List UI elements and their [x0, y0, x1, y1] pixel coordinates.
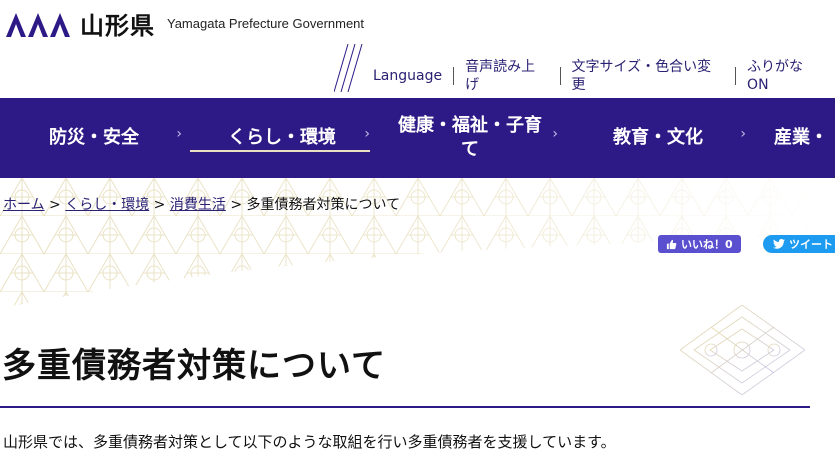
utility-nav: Language 音声読み上げ 文字サイズ・色合い変更 ふりがなON [362, 58, 835, 94]
twitter-bird-icon [773, 239, 785, 249]
breadcrumb-consumer-link[interactable]: 消費生活 [170, 197, 226, 213]
site-header: 山形県 Yamagata Prefecture Government Langu… [0, 0, 835, 98]
nav-item-education-culture[interactable]: 教育・文化 › [564, 98, 752, 178]
breadcrumb-living-link[interactable]: くらし・環境 [65, 197, 149, 213]
nav-item-industry[interactable]: 産業・ [752, 98, 835, 178]
furigana-toggle-link[interactable]: ふりがなON [736, 58, 835, 94]
nav-item-disaster-safety[interactable]: 防災・安全 › [0, 98, 188, 178]
facebook-like-button[interactable]: いいね！0 [658, 235, 741, 253]
nav-item-label: くらし・環境 [228, 127, 336, 148]
yamagata-logo-icon [6, 12, 70, 37]
nav-item-label: 防災・安全 [49, 127, 139, 148]
like-count-label: いいね！0 [681, 238, 733, 251]
nav-item-label: 健康・福祉・子育て [398, 115, 542, 160]
chevron-right-icon: › [552, 126, 558, 142]
text-to-speech-link[interactable]: 音声読み上げ [454, 58, 559, 94]
intro-paragraph: 山形県では、多重債務者対策として以下のような取組を行い多重債務者を支援しています… [3, 433, 616, 451]
breadcrumb-current: 多重債務者対策について [246, 197, 401, 213]
breadcrumb-separator: > [225, 197, 247, 213]
breadcrumb-separator: > [44, 197, 66, 213]
breadcrumb-separator: > [149, 197, 170, 213]
nav-item-label: 産業・ [774, 127, 828, 148]
breadcrumb-home-link[interactable]: ホーム [3, 197, 45, 213]
page-title: 多重債務者対策について [2, 346, 386, 386]
text-size-color-link[interactable]: 文字サイズ・色合い変更 [561, 58, 736, 94]
nav-item-living-environment[interactable]: くらし・環境 › [188, 98, 376, 178]
title-divider [0, 406, 810, 408]
chevron-right-icon: › [364, 126, 370, 142]
logo-name: 山形県 [80, 11, 155, 40]
main-nav: 防災・安全 › くらし・環境 › 健康・福祉・子育て › 教育・文化 › 産業・ [0, 98, 835, 178]
breadcrumb: ホーム > くらし・環境 > 消費生活 > 多重債務者対策について [3, 194, 400, 214]
nav-item-health-welfare[interactable]: 健康・福祉・子育て › [376, 98, 564, 178]
decorative-corner-pattern [680, 305, 805, 395]
chevron-right-icon: › [176, 126, 182, 142]
thumbs-up-icon [666, 239, 677, 249]
language-link[interactable]: Language [362, 67, 453, 85]
tweet-button[interactable]: ツイート [763, 235, 835, 253]
chevron-right-icon: › [740, 126, 746, 142]
decorative-slashes-icon [334, 44, 363, 92]
logo-english-name: Yamagata Prefecture Government [167, 16, 365, 31]
nav-item-label: 教育・文化 [613, 127, 703, 148]
site-logo[interactable]: 山形県 Yamagata Prefecture Government [6, 6, 364, 41]
tweet-label: ツイート [789, 238, 833, 251]
